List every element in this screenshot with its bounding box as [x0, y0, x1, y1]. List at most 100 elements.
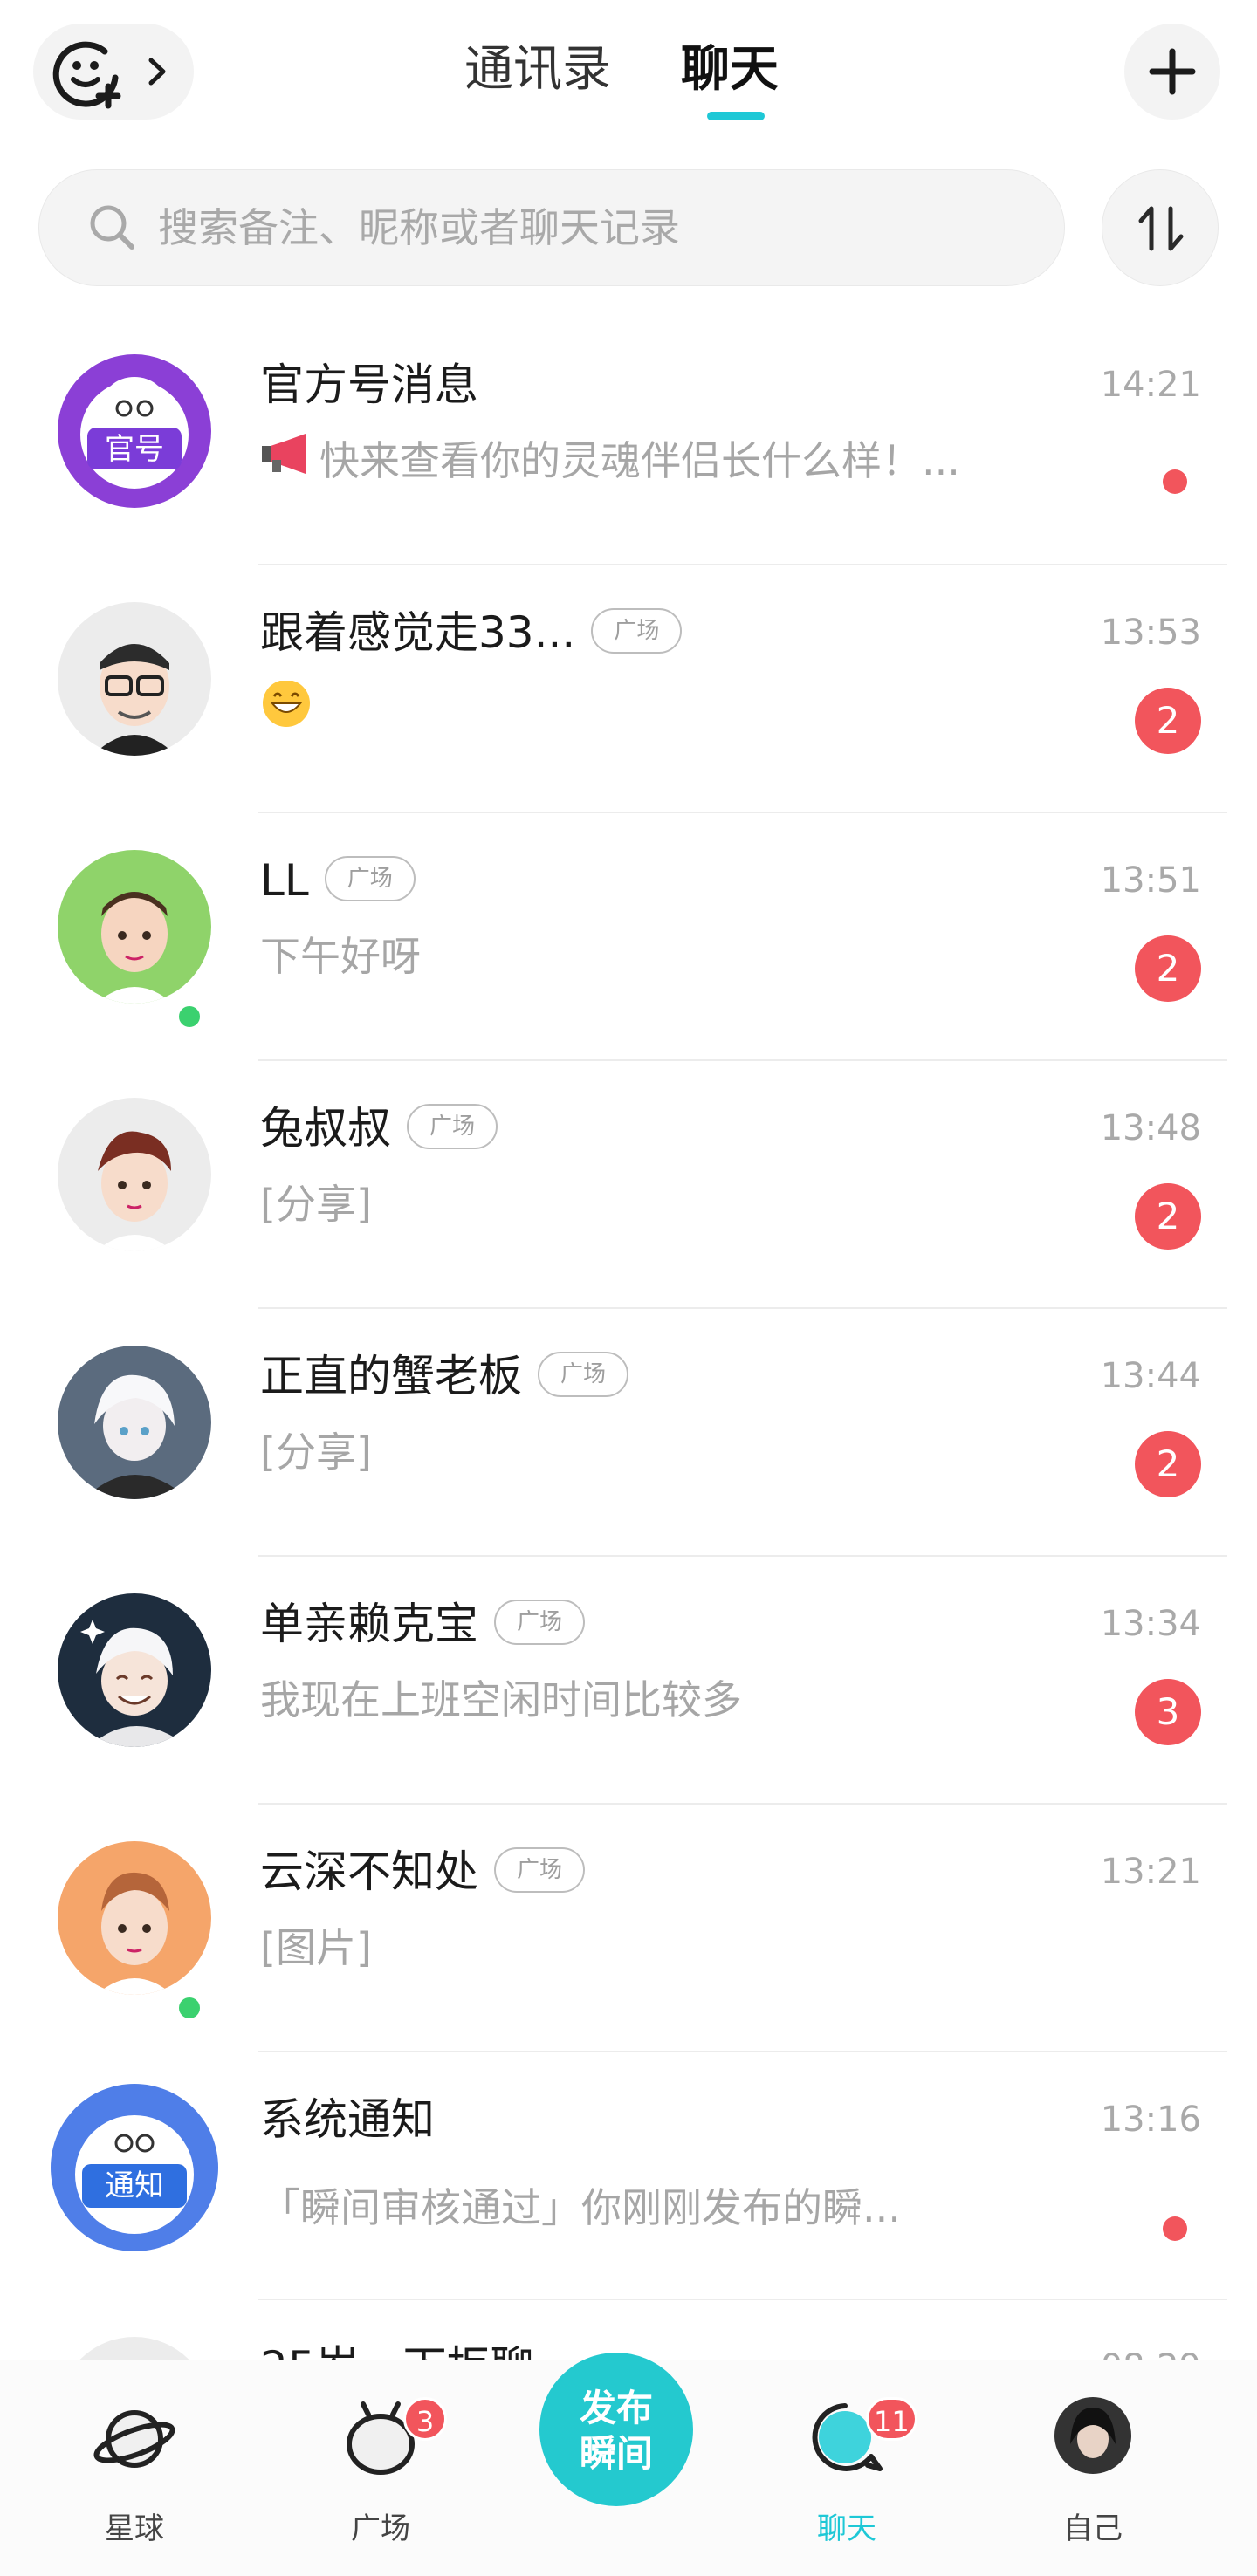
active-tab-indicator	[707, 112, 765, 120]
chat-name: 跟着感觉走33... 广场	[260, 602, 683, 663]
nav-badge: 3	[403, 2397, 447, 2441]
chat-row[interactable]: 兔叔叔 广场 [分享] 13:48 2	[0, 1061, 1257, 1309]
plus-icon	[1149, 48, 1196, 95]
chat-name-text: LL	[260, 855, 309, 906]
publish-label-line2: 瞬间	[579, 2432, 653, 2475]
profile-avatar-icon	[1053, 2395, 1133, 2479]
chat-row[interactable]: 单亲赖克宝 广场 我现在上班空闲时间比较多 13:34 3	[0, 1557, 1257, 1805]
chat-name-text: 兔叔叔	[260, 1103, 391, 1154]
chat-name: 单亲赖克宝 广场	[260, 1593, 586, 1655]
chat-time: 13:48	[1100, 1108, 1201, 1148]
chat-name: LL 广场	[260, 850, 416, 911]
square-tag: 广场	[494, 1846, 586, 1893]
avatar-label: 通知	[105, 2168, 164, 2203]
chat-time: 13:34	[1100, 1604, 1201, 1644]
nav-label: 广场	[351, 2511, 410, 2546]
nav-badge: 11	[866, 2397, 917, 2441]
unread-dot	[1163, 469, 1187, 494]
chat-row[interactable]: 25岁一下拒聊 08:29	[0, 2300, 1257, 2360]
tab-contacts[interactable]: 通讯录	[464, 35, 611, 105]
publish-label-line1: 发布	[579, 2387, 653, 2429]
publish-moment-button[interactable]: 发布 瞬间	[539, 2353, 693, 2506]
chat-name-text: 云深不知处	[260, 1846, 478, 1897]
online-indicator	[175, 1002, 204, 1031]
unread-dot	[1163, 2216, 1187, 2241]
search-icon	[90, 205, 134, 250]
sort-button[interactable]	[1102, 169, 1219, 286]
chat-preview: 「瞬间审核通过」你刚刚发布的瞬...	[260, 2184, 901, 2231]
nav-square[interactable]: 3 广场	[302, 2360, 459, 2576]
sort-arrows-icon	[1138, 206, 1184, 251]
chat-time: 13:51	[1100, 860, 1201, 901]
planet-icon	[91, 2395, 178, 2486]
online-indicator	[175, 1993, 204, 2023]
chat-preview: [分享]	[260, 1428, 372, 1476]
chat-preview: [图片]	[260, 1924, 372, 1971]
square-tag: 广场	[538, 1351, 629, 1397]
unread-badge: 2	[1135, 688, 1201, 754]
chevron-right-icon	[147, 57, 168, 90]
square-tag: 广场	[494, 1599, 586, 1645]
chat-name-text: 跟着感觉走33...	[260, 607, 576, 658]
avatar-label: 官号	[105, 432, 164, 467]
nav-planet[interactable]: 星球	[56, 2360, 213, 2576]
unread-badge: 2	[1135, 1431, 1201, 1497]
chat-name: 正直的蟹老板 广场	[260, 1346, 629, 1407]
anime-white-hair-avatar	[58, 1346, 211, 1499]
chat-list: 官号 官方号消息 快来查看你的灵魂伴侣长什么样！... 14:21 跟着感觉走3…	[0, 318, 1257, 2360]
chat-preview	[260, 681, 318, 747]
chat-row[interactable]: 正直的蟹老板 广场 [分享] 13:44 2	[0, 1309, 1257, 1557]
chat-preview: 快来查看你的灵魂伴侣长什么样！...	[260, 433, 960, 493]
square-tag: 广场	[324, 855, 416, 901]
chat-time: 08:29	[1101, 2337, 1201, 2360]
nav-label: 星球	[105, 2511, 164, 2546]
nav-label: 聊天	[817, 2511, 876, 2546]
search-placeholder: 搜索备注、昵称或者聊天记录	[158, 204, 680, 251]
chat-time: 13:44	[1100, 1356, 1201, 1396]
square-tag: 广场	[407, 1103, 498, 1149]
chat-preview: [分享]	[260, 1181, 372, 1228]
glasses-man-avatar	[58, 602, 211, 756]
chat-preview: 下午好呀	[260, 933, 421, 980]
chat-row[interactable]: 跟着感觉走33... 广场 13:53 2	[0, 565, 1257, 813]
unread-badge: 2	[1135, 1183, 1201, 1250]
chat-time: 13:16	[1100, 2100, 1201, 2140]
dark-hair-avatar	[58, 2337, 211, 2360]
unread-badge: 2	[1135, 935, 1201, 1002]
green-boy-avatar	[58, 850, 211, 1004]
nav-chat[interactable]: 11 聊天	[768, 2360, 925, 2576]
chat-name: 系统通知	[260, 2094, 435, 2145]
chat-name: 兔叔叔 广场	[260, 1098, 498, 1159]
chat-row[interactable]: 官号 官方号消息 快来查看你的灵魂伴侣长什么样！... 14:21	[0, 318, 1257, 565]
chat-time: 13:21	[1100, 1852, 1201, 1892]
anime-smile-avatar	[58, 1593, 211, 1747]
chat-name: 官方号消息	[260, 360, 478, 410]
smiley-plus-icon	[51, 36, 124, 113]
chat-name: 云深不知处 广场	[260, 1841, 586, 1902]
chat-preview: 我现在上班空闲时间比较多	[260, 1676, 742, 1723]
brown-hair-boy-avatar	[58, 1098, 211, 1251]
system-bot-avatar: 通知	[51, 2084, 218, 2251]
chat-time: 14:21	[1100, 365, 1201, 405]
chat-time: 13:53	[1100, 613, 1201, 653]
add-friend-button[interactable]	[33, 24, 194, 120]
chat-name: 25岁一下拒聊	[260, 2337, 534, 2360]
chat-row[interactable]: LL 广场 下午好呀 13:51 2	[0, 813, 1257, 1061]
unread-badge: 3	[1135, 1679, 1201, 1745]
official-bot-avatar: 官号	[58, 354, 211, 508]
orange-boy-avatar	[58, 1841, 211, 1995]
grin-emoji	[260, 681, 313, 743]
tab-chat[interactable]: 聊天	[681, 35, 779, 105]
top-bar: 通讯录 聊天	[0, 0, 1257, 148]
chat-name-text: 单亲赖克宝	[260, 1599, 478, 1649]
chat-row[interactable]: 通知 系统通知 「瞬间审核通过」你刚刚发布的瞬... 13:16	[0, 2052, 1257, 2300]
chat-preview-text: 快来查看你的灵魂伴侣长什么样！...	[319, 437, 960, 484]
nav-label: 自己	[1063, 2511, 1123, 2546]
add-button[interactable]	[1124, 24, 1220, 120]
search-input[interactable]: 搜索备注、昵称或者聊天记录	[38, 169, 1065, 286]
megaphone-icon	[260, 433, 314, 490]
chat-row[interactable]: 云深不知处 广场 [图片] 13:21	[0, 1805, 1257, 2052]
nav-profile[interactable]: 自己	[1014, 2360, 1171, 2576]
chat-name-text: 正直的蟹老板	[260, 1351, 522, 1401]
square-tag: 广场	[591, 607, 683, 654]
